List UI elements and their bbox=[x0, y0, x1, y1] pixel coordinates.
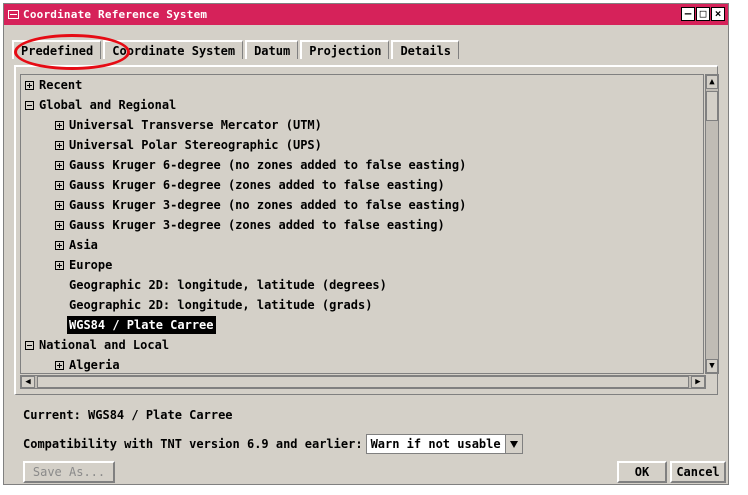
tree-item[interactable]: Recent bbox=[25, 76, 82, 94]
expand-icon[interactable] bbox=[55, 220, 64, 230]
scroll-up-icon[interactable]: ▲ bbox=[706, 75, 718, 89]
tree-item-label: Gauss Kruger 3-degree (zones added to fa… bbox=[69, 218, 445, 232]
expand-icon[interactable] bbox=[55, 360, 64, 370]
tree-item-label: Asia bbox=[69, 238, 98, 252]
tree-item[interactable]: Universal Transverse Mercator (UTM) bbox=[55, 116, 322, 134]
vertical-scroll-thumb[interactable] bbox=[706, 91, 718, 121]
window-title: Coordinate Reference System bbox=[23, 8, 208, 21]
window-controls: – □ × bbox=[681, 7, 725, 21]
tab-coordinate-system[interactable]: Coordinate System bbox=[103, 40, 244, 59]
tree-item-label: Recent bbox=[39, 78, 83, 92]
minimize-icon[interactable]: – bbox=[681, 7, 695, 21]
tree-item[interactable]: National and Local bbox=[25, 336, 169, 354]
tree-item[interactable]: Gauss Kruger 6-degree (zones added to fa… bbox=[55, 176, 445, 194]
tree-item[interactable]: Europe bbox=[55, 256, 112, 274]
collapse-icon[interactable] bbox=[25, 100, 34, 110]
tree-item-label: Global and Regional bbox=[39, 98, 177, 112]
tab-details[interactable]: Details bbox=[391, 40, 460, 59]
maximize-icon[interactable]: □ bbox=[696, 7, 710, 21]
tree-item-label: Universal Polar Stereographic (UPS) bbox=[69, 138, 322, 152]
vertical-scrollbar[interactable]: ▲ ▼ bbox=[705, 74, 719, 374]
tree-item[interactable]: Universal Polar Stereographic (UPS) bbox=[55, 136, 322, 154]
expand-icon[interactable] bbox=[55, 180, 64, 190]
window-menu-icon[interactable] bbox=[8, 10, 19, 19]
tree-item-label: Universal Transverse Mercator (UTM) bbox=[69, 118, 322, 132]
horizontal-scroll-thumb[interactable] bbox=[37, 376, 689, 388]
compat-dropdown[interactable]: Warn if not usable bbox=[365, 434, 523, 454]
tree-item-selected[interactable]: WGS84 / Plate Carree bbox=[67, 316, 216, 334]
close-icon[interactable]: × bbox=[711, 7, 725, 21]
tree-item-label: Algeria bbox=[69, 358, 120, 372]
tab-datum[interactable]: Datum bbox=[245, 40, 299, 59]
tree-item-label: National and Local bbox=[39, 338, 170, 352]
tree-item-label: Geographic 2D: longitude, latitude (grad… bbox=[69, 298, 373, 312]
horizontal-scrollbar[interactable]: ◀ ▶ bbox=[20, 375, 706, 389]
tree-item-label: Gauss Kruger 6-degree (no zones added to… bbox=[69, 158, 467, 172]
tree-item-label: Europe bbox=[69, 258, 113, 272]
tree-item[interactable]: Global and Regional bbox=[25, 96, 176, 114]
expand-icon[interactable] bbox=[55, 240, 64, 250]
crs-tree[interactable]: Recent Global and Regional Universal Tra… bbox=[20, 74, 704, 374]
expand-icon[interactable] bbox=[55, 140, 64, 150]
scroll-left-icon[interactable]: ◀ bbox=[21, 376, 35, 388]
tab-predefined[interactable]: Predefined bbox=[12, 40, 102, 59]
collapse-icon[interactable] bbox=[25, 340, 34, 350]
tree-item[interactable]: Gauss Kruger 3-degree (no zones added to… bbox=[55, 196, 466, 214]
current-crs-label: Current: WGS84 / Plate Carree bbox=[23, 408, 233, 422]
expand-icon[interactable] bbox=[55, 120, 64, 130]
expand-icon[interactable] bbox=[25, 80, 34, 90]
expand-icon[interactable] bbox=[55, 260, 64, 270]
tree-item-label: Gauss Kruger 6-degree (zones added to fa… bbox=[69, 178, 445, 192]
cancel-button[interactable]: Cancel bbox=[670, 461, 726, 483]
tree-item[interactable]: Geographic 2D: longitude, latitude (grad… bbox=[69, 296, 372, 314]
scroll-down-icon[interactable]: ▼ bbox=[706, 359, 718, 373]
tree-item[interactable]: Geographic 2D: longitude, latitude (degr… bbox=[69, 276, 387, 294]
chevron-down-icon[interactable] bbox=[504, 435, 522, 453]
tree-item-label: Geographic 2D: longitude, latitude (degr… bbox=[69, 278, 387, 292]
tab-projection[interactable]: Projection bbox=[300, 40, 390, 59]
compat-label: Compatibility with TNT version 6.9 and e… bbox=[23, 437, 363, 451]
title-bar[interactable]: Coordinate Reference System – □ × bbox=[4, 4, 728, 25]
tree-item-label: WGS84 / Plate Carree bbox=[67, 316, 216, 334]
tree-item-label: Gauss Kruger 3-degree (no zones added to… bbox=[69, 198, 467, 212]
scroll-right-icon[interactable]: ▶ bbox=[691, 376, 705, 388]
compat-row: Compatibility with TNT version 6.9 and e… bbox=[23, 434, 523, 454]
compat-dropdown-value: Warn if not usable bbox=[370, 437, 501, 451]
tree-item[interactable]: Gauss Kruger 6-degree (no zones added to… bbox=[55, 156, 466, 174]
expand-icon[interactable] bbox=[55, 200, 64, 210]
expand-icon[interactable] bbox=[55, 160, 64, 170]
save-as-button[interactable]: Save As... bbox=[23, 461, 115, 483]
ok-button[interactable]: OK bbox=[617, 461, 667, 483]
tree-item[interactable]: Algeria bbox=[55, 356, 120, 373]
tree-item[interactable]: Asia bbox=[55, 236, 98, 254]
tab-bar: Predefined Coordinate System Datum Proje… bbox=[12, 40, 461, 59]
tree-item[interactable]: Gauss Kruger 3-degree (zones added to fa… bbox=[55, 216, 445, 234]
